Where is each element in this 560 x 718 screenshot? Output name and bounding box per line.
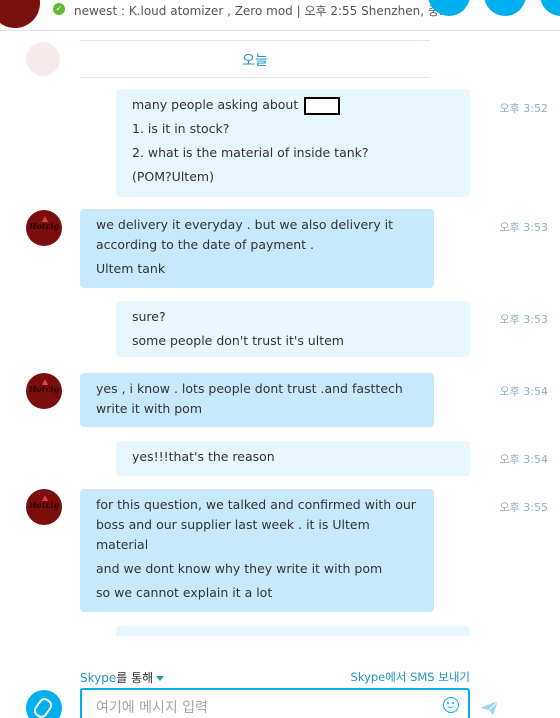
message-line: (POM?Ultem): [132, 169, 214, 184]
via-suffix: 를 통해: [116, 671, 154, 685]
message-line: sure?: [132, 309, 166, 324]
contact-avatar[interactable]: [0, 0, 40, 28]
avatar-logo-text: Hotcig: [28, 500, 60, 510]
message-line: yes!!!that's the reason: [132, 449, 275, 464]
audio-call-icon[interactable]: [484, 0, 526, 16]
message-line: so we cannot explain it a lot: [96, 585, 273, 600]
send-via-selector[interactable]: Skype를 통해: [80, 669, 165, 686]
day-separator: 오늘: [80, 40, 430, 78]
message-line: 2. what is the material of inside tank?: [132, 145, 369, 160]
sender-avatar[interactable]: Hotcig: [26, 489, 62, 525]
sender-avatar[interactable]: Hotcig: [26, 373, 62, 409]
day-separator-label: 오늘: [242, 53, 268, 69]
chevron-down-icon: [156, 676, 165, 681]
chat-window: ✓ newest : K.loud atomizer , Zero mod | …: [0, 0, 560, 718]
message-timestamp: 오후 3:52: [499, 102, 548, 115]
message-timestamp: 오후 3:53: [499, 313, 548, 326]
message-bubble-incoming[interactable]: for this question, we talked and confirm…: [80, 489, 434, 612]
message-bubble-outgoing[interactable]: sure? some people don't trust it's ultem: [116, 301, 470, 357]
message-line: some people don't trust it's ultem: [132, 333, 344, 348]
message-timestamp: 오후 3:53: [499, 221, 548, 234]
message-timestamp: 오후 3:54: [499, 453, 548, 466]
contact-mood-message: newest : K.loud atomizer , Zero mod | 오후…: [74, 4, 451, 18]
message-bubble-outgoing[interactable]: yes!!!that's the reason: [116, 441, 470, 476]
conversation-header: ✓ newest : K.loud atomizer , Zero mod | …: [0, 0, 560, 31]
send-sms-link[interactable]: Skype에서 SMS 보내기: [351, 669, 470, 685]
message-bubble-incoming[interactable]: we delivery it everyday . but we also de…: [80, 209, 434, 288]
attach-icon: [31, 695, 55, 718]
sender-avatar[interactable]: Hotcig: [26, 210, 62, 246]
send-icon[interactable]: [480, 700, 498, 716]
faded-avatar: [26, 42, 60, 76]
add-people-icon[interactable]: [540, 0, 560, 16]
message-line: we delivery it everyday . but we also de…: [96, 217, 394, 252]
message-input[interactable]: [80, 688, 470, 718]
message-line: and we dont know why they write it with …: [96, 561, 383, 576]
emoji-icon[interactable]: [443, 697, 459, 713]
avatar-logo-text: Hotcig: [28, 221, 60, 231]
via-brand: Skype: [80, 671, 117, 685]
message-bubble-incoming[interactable]: yes , i know . lots people dont trust .a…: [80, 373, 434, 427]
message-line: 1. is it in stock?: [132, 121, 230, 136]
message-bubble-outgoing[interactable]: many people asking about 1. is it in sto…: [116, 89, 470, 197]
online-status-icon: ✓: [52, 2, 66, 16]
message-line: yes , i know . lots people dont trust .a…: [96, 381, 403, 416]
message-timestamp: 오후 3:55: [499, 501, 548, 514]
message-line: many people asking about: [132, 97, 299, 112]
message-line: Ultem tank: [96, 261, 166, 276]
redaction-box: [304, 96, 341, 115]
attach-button[interactable]: [26, 690, 62, 718]
message-bubble-partial: [116, 626, 470, 636]
message-timestamp: 오후 3:54: [499, 385, 548, 398]
message-line: for this question, we talked and confirm…: [96, 497, 416, 552]
avatar-logo-text: Hotcig: [28, 384, 60, 394]
